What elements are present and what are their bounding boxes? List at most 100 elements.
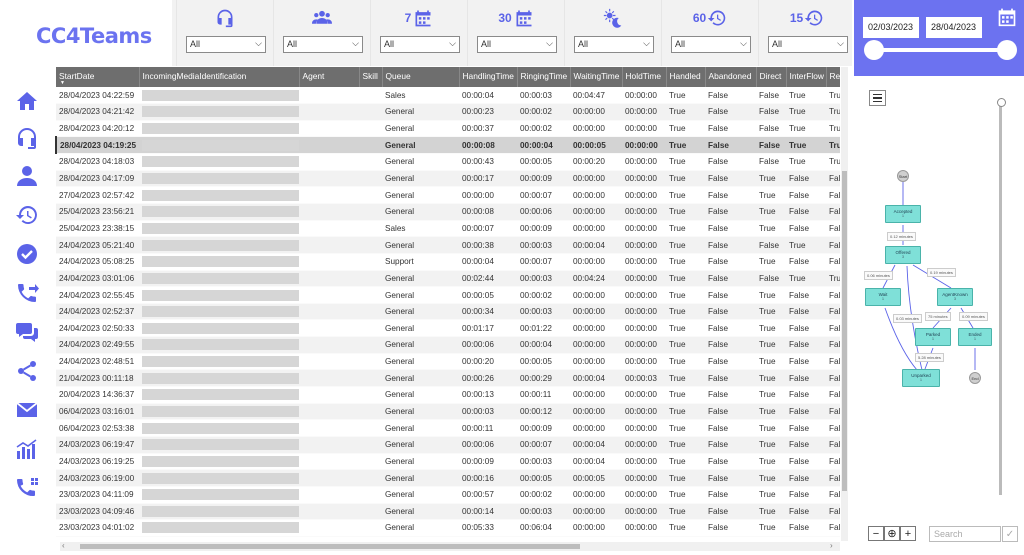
map-search-input[interactable]: Search (929, 526, 1001, 542)
start-date-input[interactable]: 02/03/2023 (863, 17, 919, 38)
table-cell: Fals (826, 353, 840, 371)
group-dropdown[interactable]: All ⌵ (283, 36, 363, 53)
process-node-accepted[interactable]: Accepted 1 (885, 205, 921, 223)
table-row[interactable]: 28/04/2023 04:19:25 General 00:00:08 00:00:… (55, 136, 840, 155)
table-row[interactable]: 28/04/2023 04:17:09 General 00:00:17 00:00:… (56, 170, 840, 188)
column-header[interactable]: HandlingTime (459, 67, 518, 87)
column-header[interactable]: WaitingTime (570, 67, 623, 87)
table-cell: True (756, 469, 786, 487)
table-row[interactable]: 25/04/2023 23:56:21 General 00:00:08 00:00:… (56, 203, 840, 221)
scroll-left-icon[interactable]: ‹ (62, 541, 65, 550)
horizontal-scroll-thumb[interactable] (80, 544, 580, 549)
redacted-value (142, 455, 299, 467)
process-start-node[interactable]: Start (897, 170, 909, 182)
column-header[interactable]: Skill (359, 67, 383, 87)
table-row[interactable]: 28/04/2023 04:20:12 General 00:00:37 00:00:… (56, 120, 840, 138)
table-row[interactable]: 20/04/2023 14:36:37 General 00:00:13 00:00:… (56, 386, 840, 404)
vertical-scroll-thumb[interactable] (842, 171, 847, 491)
scroll-right-icon[interactable]: › (830, 541, 833, 550)
table-row[interactable]: 24/04/2023 02:50:33 General 00:01:17 00:01:… (56, 319, 840, 338)
center-target-icon[interactable]: ⊕ (884, 526, 900, 541)
table-cell: True (786, 270, 826, 288)
zoom-out-button[interactable]: − (868, 526, 884, 541)
column-header[interactable]: Handled (666, 67, 706, 87)
sort-desc-icon[interactable]: ▼ (60, 80, 65, 86)
date-slider-end-handle[interactable] (997, 40, 1017, 60)
table-row[interactable]: 24/03/2023 06:19:00 General 00:00:16 00:00:… (56, 469, 840, 487)
table-row[interactable]: 24/04/2023 02:52:37 General 00:00:34 00:00:… (56, 303, 840, 321)
history-icon[interactable] (14, 202, 40, 228)
calendar-icon[interactable] (997, 6, 1017, 28)
agent-dropdown[interactable]: All ⌵ (186, 36, 266, 53)
zoom-in-button[interactable]: + (900, 526, 916, 541)
table-row[interactable]: 28/04/2023 04:21:42 General 00:00:23 00:00:… (56, 103, 840, 121)
check-icon[interactable]: ✓ (1002, 526, 1018, 542)
headset-icon[interactable] (14, 125, 40, 151)
table-row[interactable]: 25/04/2023 23:38:15 Sales 00:00:07 00:00:09… (56, 220, 840, 238)
table-row[interactable]: 23/03/2023 04:09:46 General 00:00:14 00:00:… (56, 503, 840, 521)
table-cell: True (756, 386, 786, 404)
share-icon[interactable] (14, 358, 40, 384)
date-slider-track[interactable] (872, 48, 1006, 52)
table-cell: 00:00:57 (459, 486, 517, 504)
table-row[interactable]: 24/03/2023 06:19:47 General 00:00:06 00:00:… (56, 436, 840, 454)
table-row[interactable]: 27/04/2023 02:57:42 General 00:00:00 00:00:… (56, 186, 840, 204)
table-cell: True (826, 270, 840, 288)
column-header[interactable]: Queue (382, 67, 460, 87)
table-row[interactable]: 24/04/2023 03:01:06 General 00:02:44 00:00:… (56, 270, 840, 288)
table-cell: True (666, 153, 705, 171)
table-row[interactable]: 24/04/2023 02:55:45 General 00:00:05 00:00:… (56, 286, 840, 304)
process-node-unparked[interactable]: Unparked 1 (902, 369, 940, 387)
sixty-dropdown[interactable]: All ⌵ (671, 36, 751, 53)
chart-icon[interactable] (14, 436, 40, 462)
chat-icon[interactable] (14, 319, 40, 345)
date-slider-start-handle[interactable] (864, 40, 884, 60)
column-header[interactable]: StartDate ▼ (56, 67, 140, 87)
seven-day-dropdown[interactable]: All ⌵ (380, 36, 460, 53)
thirty-day-dropdown[interactable]: All ⌵ (477, 36, 557, 53)
process-node-agentknown[interactable]: AgentKnown 3 (937, 288, 973, 306)
column-header[interactable]: InterFlow (786, 67, 827, 87)
phone-network-icon[interactable] (14, 475, 40, 501)
table-cell (299, 120, 359, 138)
process-node-offered[interactable]: Offered 3 (885, 246, 921, 264)
end-date-input[interactable]: 28/04/2023 (926, 17, 982, 38)
table-row[interactable]: 23/03/2023 04:11:09 General 00:00:57 00:00:… (56, 486, 840, 504)
table-row[interactable]: 28/04/2023 04:22:59 Sales 00:00:04 00:00:03… (56, 87, 840, 105)
table-cell: True (826, 87, 840, 105)
column-header[interactable]: HoldTime (622, 67, 667, 87)
column-header[interactable]: Direct (756, 67, 787, 87)
table-row[interactable]: 06/04/2023 02:53:38 General 00:00:11 00:00:… (56, 419, 840, 437)
column-header[interactable]: Abandoned (705, 67, 757, 87)
process-node-wait[interactable]: Wait 1 (865, 288, 901, 306)
fifteen-dropdown[interactable]: All ⌵ (768, 36, 848, 53)
column-header[interactable]: RingingTime (517, 67, 571, 87)
person-icon[interactable] (14, 163, 40, 189)
table-cell: True (666, 353, 705, 371)
table-row[interactable]: 24/04/2023 02:48:51 General 00:00:20 00:00:… (56, 353, 840, 371)
vertical-scrollbar[interactable] (841, 67, 848, 541)
process-end-node[interactable]: End (969, 372, 981, 384)
check-circle-icon[interactable] (14, 241, 40, 267)
table-row[interactable]: 24/04/2023 05:08:25 Support 00:00:04 00:00:… (56, 253, 840, 271)
horizontal-scrollbar[interactable]: ‹ › (60, 541, 840, 551)
column-header[interactable]: Re (826, 67, 840, 87)
table-row[interactable]: 06/04/2023 03:16:01 General 00:00:03 00:00:… (56, 403, 840, 421)
table-row[interactable]: 28/04/2023 04:18:03 General 00:00:43 00:00:… (56, 153, 840, 171)
mail-icon[interactable] (14, 397, 40, 423)
phone-transfer-icon[interactable] (14, 280, 40, 306)
process-node-ended[interactable]: Ended 1 (958, 328, 992, 346)
process-node-parked[interactable]: Parked 1 (915, 328, 951, 346)
home-icon[interactable] (14, 88, 40, 114)
table-row[interactable]: 24/04/2023 02:49:55 General 00:00:06 00:00:… (56, 336, 840, 354)
table-cell: True (666, 203, 705, 221)
column-header[interactable]: Agent (299, 67, 360, 87)
column-header[interactable]: IncomingMediaIdentification (139, 67, 300, 87)
day-night-dropdown[interactable]: All ⌵ (574, 36, 654, 53)
table-row[interactable]: 24/04/2023 05:21:40 General 00:00:38 00:00:… (56, 236, 840, 254)
table-row[interactable]: 21/04/2023 00:11:18 General 00:00:26 00:00:… (56, 369, 840, 388)
table-row[interactable]: 24/03/2023 06:19:25 General 00:00:09 00:00:… (56, 453, 840, 471)
table-row[interactable]: 23/03/2023 04:01:02 General 00:05:33 00:06:… (56, 519, 840, 537)
day-night-icon (565, 6, 661, 30)
table-cell (139, 403, 299, 421)
